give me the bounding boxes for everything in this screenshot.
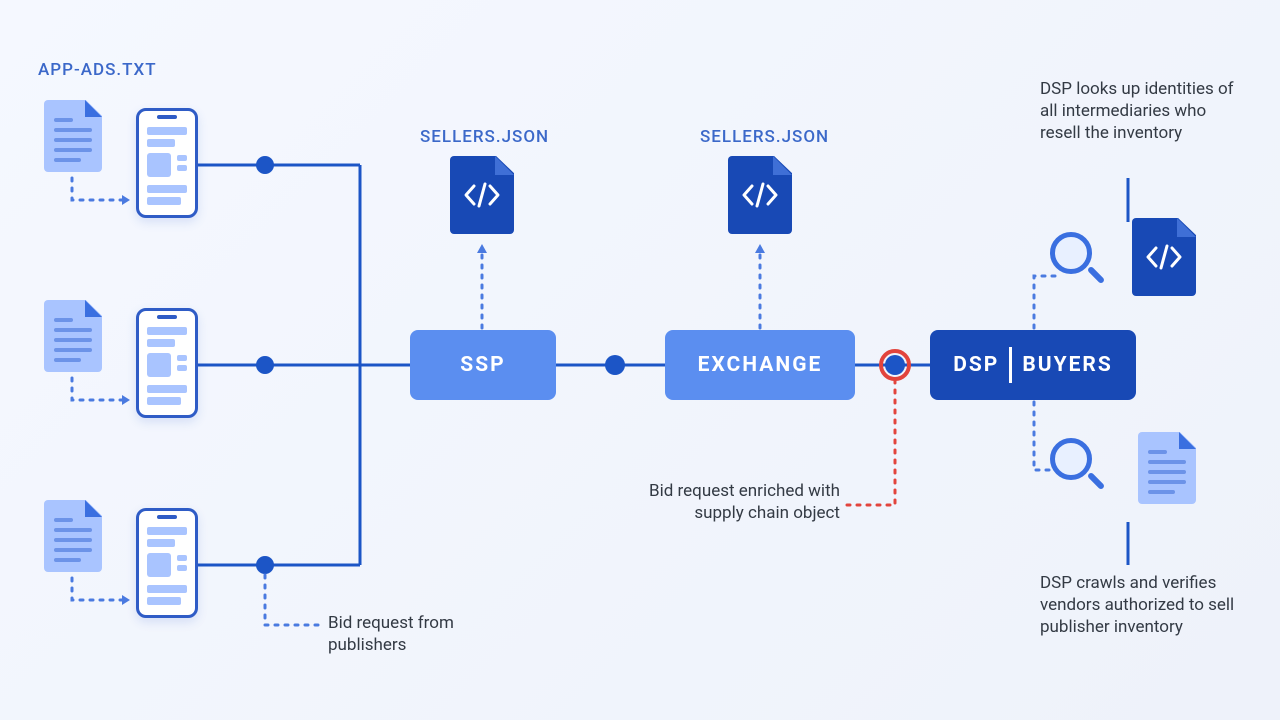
document-icon	[44, 500, 102, 572]
dsp-crawl-text: DSP crawls and verifies vendors authoriz…	[1040, 572, 1250, 638]
sellers-json-label-2: SELLERS.JSON	[700, 127, 829, 147]
magnifier-icon	[1050, 438, 1110, 498]
ssp-node: SSP	[410, 330, 556, 400]
dsp-buyers-node: DSP BUYERS	[930, 330, 1136, 400]
app-ads-txt-label: APP-ADS.TXT	[38, 60, 157, 80]
phone-icon	[136, 108, 198, 218]
sellers-json-label-1: SELLERS.JSON	[420, 127, 549, 147]
phone-icon	[136, 308, 198, 418]
dsp-label: DSP	[953, 353, 999, 377]
dsp-lookup-text: DSP looks up identities of all intermedi…	[1040, 78, 1250, 144]
code-file-icon	[728, 156, 792, 234]
phone-icon	[136, 508, 198, 618]
bid-request-enriched-text: Bid request enriched with supply chain o…	[600, 480, 840, 524]
buyers-label: BUYERS	[1022, 353, 1112, 377]
bid-request-publishers-text: Bid request from publishers	[328, 612, 518, 656]
code-file-icon	[1132, 218, 1196, 296]
exchange-node-label: EXCHANGE	[698, 353, 823, 377]
document-icon	[44, 300, 102, 372]
code-file-icon	[450, 156, 514, 234]
document-icon	[1138, 432, 1196, 504]
document-icon	[44, 100, 102, 172]
divider-icon	[1009, 347, 1012, 383]
magnifier-icon	[1050, 232, 1110, 292]
ssp-node-label: SSP	[460, 353, 505, 377]
exchange-node: EXCHANGE	[665, 330, 855, 400]
